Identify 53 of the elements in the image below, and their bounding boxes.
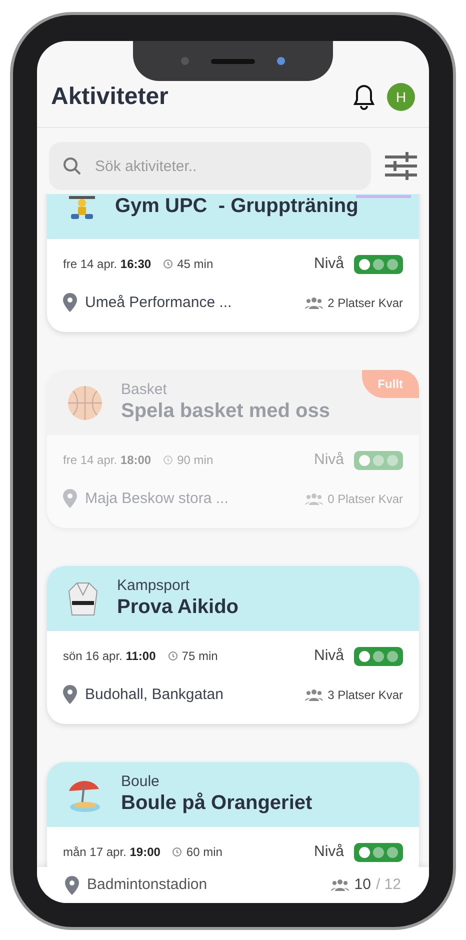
activity-category: Boule [121,772,160,792]
spots-left: 2 Platser Kvar [328,294,403,312]
notification-bell-icon[interactable] [353,84,375,110]
location-pin-icon [63,489,77,508]
clock-icon [163,259,174,270]
activity-location: Budohall, Bankgatan [85,684,224,704]
activity-title: Boule på Orangeriet [121,791,312,816]
search-icon [63,157,81,175]
filter-sliders-icon[interactable] [385,152,417,180]
clock-icon [168,651,178,662]
activity-category: Basket [121,380,168,400]
spots-left: 0 Platser Kvar [328,490,403,508]
duration: 90 min [177,452,214,470]
page-title: Aktiviteter [51,82,168,112]
location-pin-icon [63,685,77,704]
location-pin-icon [63,293,77,312]
full-badge: Fullt [362,370,419,398]
activity-date-time: fre 14 apr. 16:30 [63,256,152,274]
level-label: Nivå [314,646,344,666]
people-icon [304,296,323,309]
search-field[interactable]: Sök aktiviteter.. [49,142,371,190]
activity-location: Umeå Performance ... [85,292,232,312]
activity-date-time: sön 16 apr. 11:00 [63,648,156,666]
level-label: Nivå [314,842,344,862]
activity-card[interactable]: Kampsport Prova Aikido sön 16 apr. 11:00 75 min Nivå Budohall, Bankgatan 3 Platser Kvar [47,566,419,724]
duration: 75 min [182,648,218,666]
duration: 45 min [177,256,214,274]
activity-card[interactable]: Boule Boule på Orangeriet mån 17 apr. 19:00 60 min Nivå [47,762,419,867]
people-icon [304,688,323,701]
activity-date-time: mån 17 apr. 19:00 [63,844,160,862]
activity-date-time: fre 14 apr. 18:00 [63,452,152,470]
people-icon [331,879,350,891]
activity-title: Spela basket med oss [121,399,330,424]
activity-title: Prova Aikido [117,595,239,620]
location-pin-icon [65,876,79,894]
weightlifter-icon [67,194,97,222]
activity-category: Kampsport [117,576,191,596]
bottom-location: Badmintonstadion [87,874,208,895]
basketball-icon [67,384,103,420]
participant-count: 10 [354,874,371,895]
people-icon [304,492,323,505]
duration: 60 min [186,844,222,862]
martial-arts-jacket-icon [67,580,99,616]
speaker-slot [211,58,255,64]
level-label: Nivå [314,254,344,274]
clock-icon [163,455,174,466]
spots-left: 3 Platser Kvar [328,686,403,704]
activity-card[interactable]: Gym UPC - Gruppträning fre 14 apr. 16:30 45 min Nivå Umeå Performance ... 2 Platser Kvar [47,194,419,332]
level-label: Nivå [314,450,344,470]
clock-icon [172,847,182,858]
activity-location: Maja Beskow stora ... [85,488,228,508]
activity-title: Gym UPC - Gruppträning [115,194,358,219]
participant-total: / 12 [376,874,401,895]
